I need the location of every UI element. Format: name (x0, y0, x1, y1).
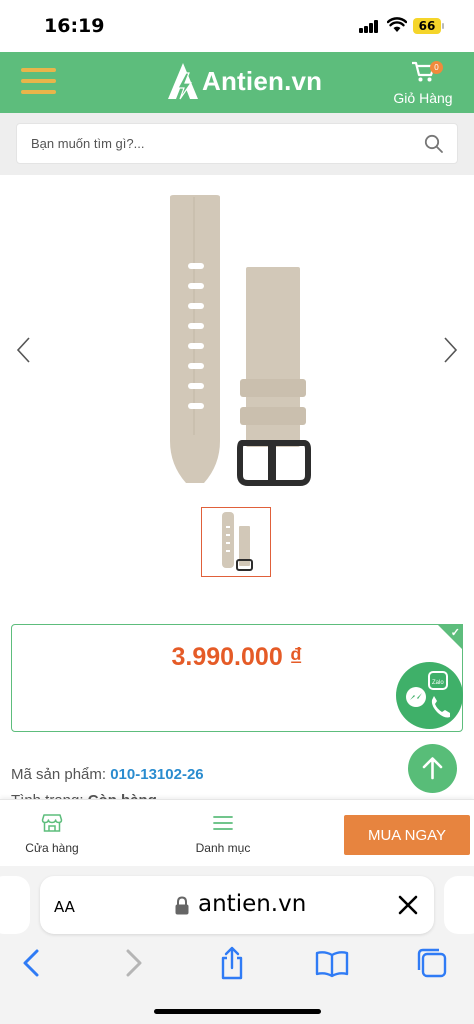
product-price: 3.990.000 ₫ (171, 643, 303, 671)
store-label: Cửa hàng (25, 841, 79, 855)
next-tab-preview[interactable] (444, 876, 474, 934)
address-bar[interactable]: AA antien.vn (40, 876, 434, 934)
search-box (16, 123, 458, 164)
browser-chrome: AA antien.vn (0, 866, 474, 1024)
category-button[interactable]: Danh mục (183, 812, 263, 855)
hamburger-icon[interactable] (21, 68, 56, 94)
home-indicator (154, 1009, 321, 1014)
forward-icon[interactable] (116, 946, 150, 980)
page: 16:19 66 Antien.vn 0 Giỏ Hàng Bạn muốn t… (0, 0, 474, 1024)
share-icon[interactable] (215, 946, 249, 980)
signal-icon (359, 20, 379, 33)
tabs-icon[interactable] (415, 946, 449, 980)
check-icon: ✓ (450, 627, 460, 639)
svg-text:Zalo: Zalo (432, 680, 444, 686)
url-text: antien.vn (198, 891, 307, 917)
status-time: 16:19 (44, 15, 105, 37)
battery-tip (442, 23, 444, 29)
search-section (0, 113, 474, 175)
category-label: Danh mục (195, 841, 251, 855)
book-icon[interactable] (315, 946, 349, 980)
product-thumbnail-image (222, 512, 253, 571)
cart-button[interactable]: 0 Giỏ Hàng (392, 60, 456, 108)
battery-indicator: 66 (413, 18, 441, 34)
cart-count-badge: 0 (430, 61, 443, 74)
search-icon[interactable] (424, 134, 444, 154)
sku-label: Mã sản phẩm: (11, 766, 107, 783)
product-gallery (0, 175, 474, 595)
close-icon[interactable] (397, 894, 419, 916)
site-logo[interactable]: Antien.vn (166, 61, 322, 101)
logo-text: Antien.vn (202, 65, 323, 96)
product-thumbnail[interactable] (201, 507, 271, 577)
sku-row: Mã sản phẩm: 010-13102-26 (11, 766, 204, 783)
status-bar: 16:19 66 (0, 0, 474, 52)
sku-value: 010-13102-26 (110, 766, 204, 783)
list-icon (213, 816, 233, 830)
logo-mark-icon (168, 63, 198, 100)
contact-float-button[interactable]: Zalo (396, 662, 463, 729)
store-button[interactable]: Cửa hàng (14, 812, 90, 855)
site-header: Antien.vn 0 Giỏ Hàng (0, 52, 474, 113)
product-image (170, 195, 311, 486)
lock-icon (175, 896, 189, 915)
search-input[interactable] (31, 124, 411, 163)
reader-settings-button[interactable]: AA (54, 893, 75, 918)
cart-label: Giỏ Hàng (393, 90, 453, 106)
wifi-icon (387, 17, 407, 32)
arrow-up-icon (422, 757, 443, 780)
aa-label: AA (54, 898, 75, 916)
zalo-messenger-phone-icon: Zalo (406, 671, 450, 718)
store-icon (41, 814, 63, 832)
bottom-action-bar: Cửa hàng Danh mục MUA NGAY (0, 799, 474, 866)
chevron-left-icon[interactable] (12, 335, 36, 365)
chevron-right-icon[interactable] (438, 335, 462, 365)
back-icon[interactable] (15, 946, 49, 980)
previous-tab-preview[interactable] (0, 876, 30, 934)
buy-now-button[interactable]: MUA NGAY (344, 815, 470, 855)
scroll-top-button[interactable] (408, 744, 457, 793)
